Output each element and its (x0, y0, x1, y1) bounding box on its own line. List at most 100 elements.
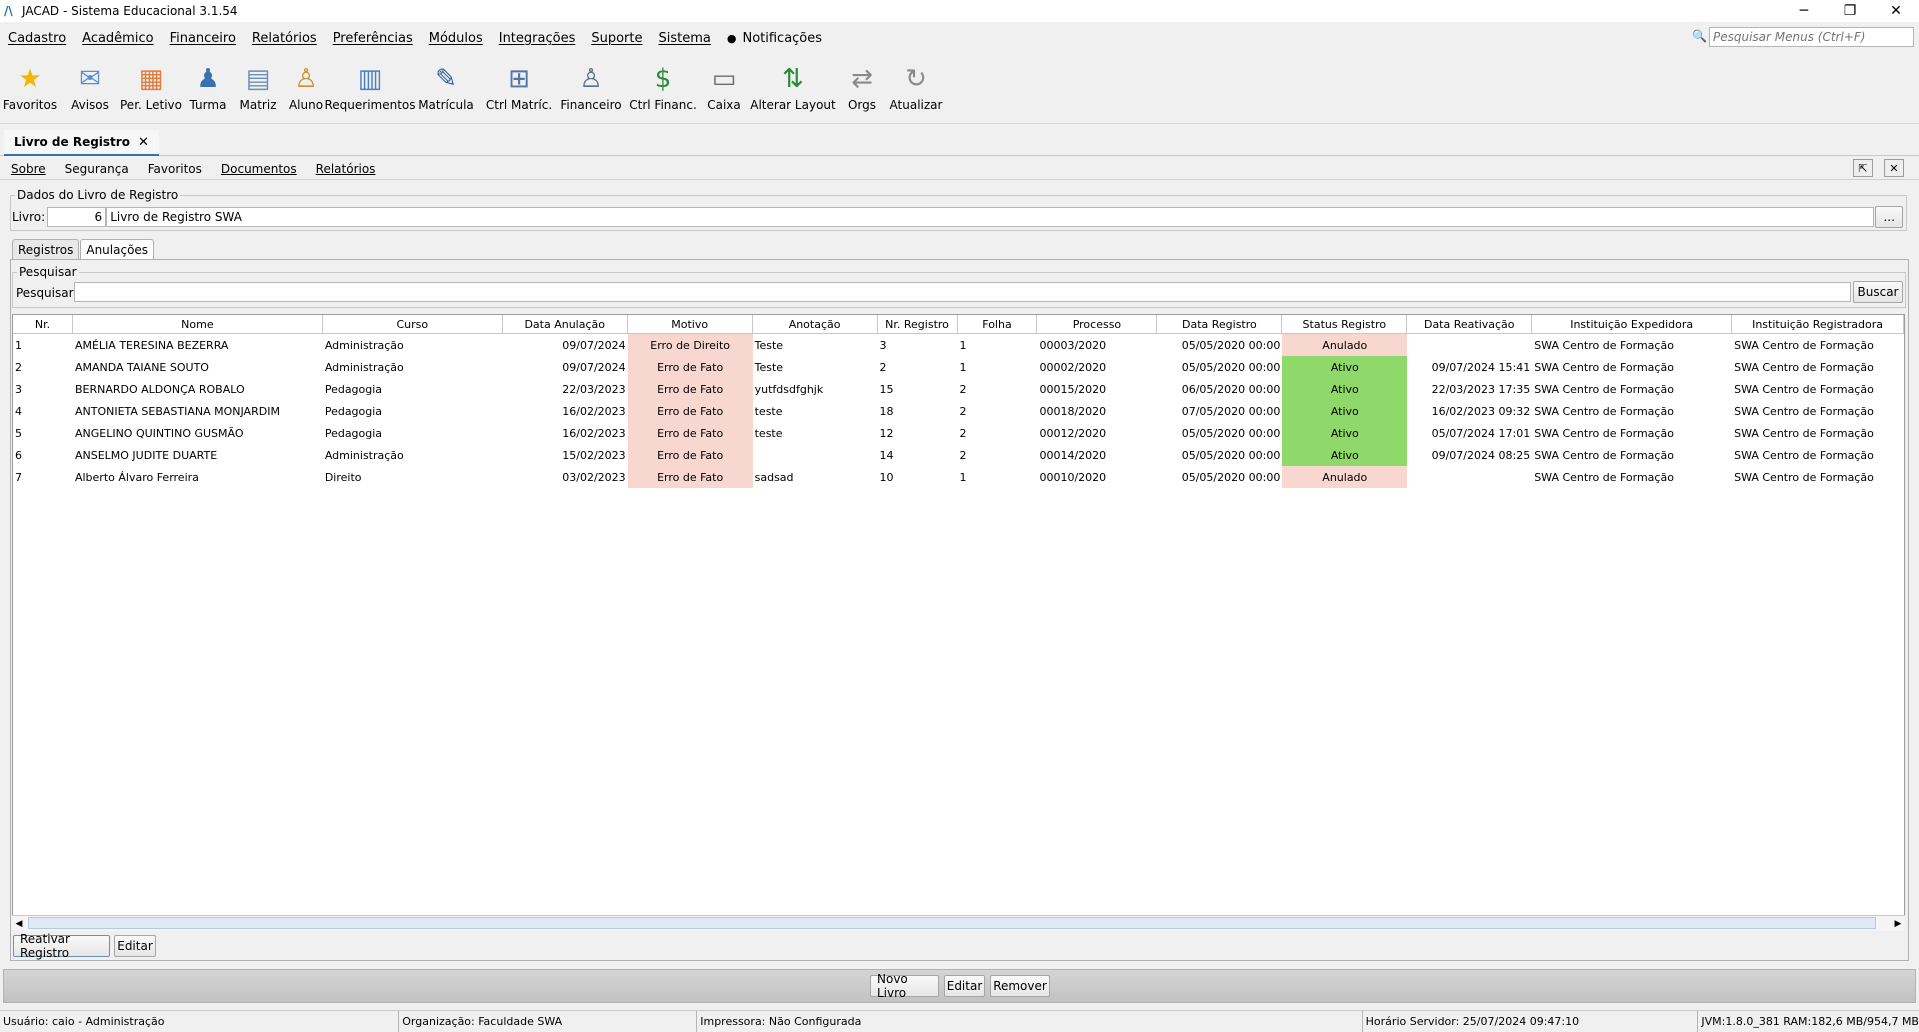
close-screen-icon[interactable]: ✕ (1884, 159, 1904, 177)
toolbar-star-button[interactable]: ★ Favoritos (0, 54, 60, 112)
menu-search-box[interactable]: 🔍 (1692, 27, 1914, 47)
toolbar-enrollment-control-button[interactable]: ⊞ Ctrl Matríc. (482, 54, 556, 112)
table-cell (753, 444, 878, 466)
table-cell: 2 (959, 382, 967, 396)
tab-anulacoes[interactable]: Anulações (80, 239, 155, 260)
table-cell: 05/05/2020 00:00 (1181, 338, 1281, 352)
column-header[interactable]: Data Reativação (1407, 315, 1533, 333)
search-legend: Pesquisar (17, 265, 79, 279)
livro-lookup-button[interactable]: ... (1875, 206, 1904, 228)
toolbar-arrows-button[interactable]: ⇄ Orgs (838, 54, 886, 112)
student-icon: ♙ (294, 64, 318, 94)
table-cell: 00002/2020 (1039, 360, 1107, 374)
scroll-left-icon[interactable]: ◀ (12, 916, 26, 931)
search-input[interactable] (74, 282, 1851, 302)
toolbar-envelope-button[interactable]: ✉ Avisos (60, 54, 120, 112)
livro-code-field[interactable]: 6 (47, 207, 107, 227)
table-cell: Ativo (1282, 378, 1408, 400)
menu-financeiro[interactable]: Financeiro (162, 31, 244, 46)
close-tab-icon[interactable]: ✕ (138, 135, 149, 150)
table-cell: 06/05/2020 00:00 (1181, 382, 1281, 396)
column-header[interactable]: Data Anulação (503, 315, 628, 333)
table-row[interactable]: 2 AMANDA TAIANE SOUTO Administração 09/07/2… (13, 356, 1904, 378)
scroll-right-icon[interactable]: ▶ (1891, 916, 1905, 931)
toolbar-finance-button[interactable]: ♙ Financeiro (556, 54, 626, 112)
toolbar-refresh-button[interactable]: ↻ Atualizar (886, 54, 946, 112)
column-header[interactable]: Nr. Registro (878, 315, 958, 333)
toolbar-swap-layout-button[interactable]: ⇅ Alterar Layout (748, 54, 838, 112)
toolbar-request-button[interactable]: ▥ Requerimentos (324, 54, 415, 112)
reativar-registro-button[interactable]: Reativar Registro (13, 932, 110, 960)
table-cell: Administração (324, 338, 404, 352)
table-cell: Anulado (1282, 334, 1408, 356)
menu-preferencias[interactable]: Preferências (325, 31, 421, 46)
close-window-button[interactable]: ✕ (1873, 0, 1919, 22)
status-user: Usuário: caio - Administração (0, 1010, 400, 1032)
toolbar-label: Requerimentos (324, 98, 416, 112)
table-row[interactable]: 5 ANGELINO QUINTINO GUSMÃO Pedagogia 16/02/… (13, 422, 1904, 444)
column-header[interactable]: Nr. (13, 315, 73, 333)
minimize-button[interactable]: ─ (1781, 0, 1827, 22)
table-row[interactable]: 7 Alberto Álvaro Ferreira Direito 03/02/202… (13, 466, 1904, 488)
submenu-sobre[interactable]: Sobre (0, 162, 54, 176)
novo-livro-button[interactable]: Novo Livro (870, 972, 939, 1000)
column-header[interactable]: Data Registro (1157, 315, 1283, 333)
column-header[interactable]: Curso (323, 315, 503, 333)
table-cell: 05/07/2024 17:01 (1431, 426, 1531, 440)
column-header[interactable]: Nome (73, 315, 323, 333)
toolbar-enrollment-button[interactable]: ✎ Matrícula (410, 54, 482, 112)
toolbar-label: Ctrl Matríc. (485, 98, 553, 112)
remover-livro-button[interactable]: Remover (990, 975, 1050, 997)
menu-suporte[interactable]: Suporte (583, 31, 650, 46)
table-cell: Erro de Fato (627, 422, 753, 444)
table-cell: AMÉLIA TERESINA BEZERRA (74, 338, 229, 352)
column-header[interactable]: Status Registro (1282, 315, 1408, 333)
toolbar-calendar-button[interactable]: ▦ Per. Letivo (120, 54, 182, 112)
livro-label: Livro: (12, 210, 46, 224)
table-cell: 15/02/2023 (562, 448, 626, 462)
toolbar-student-button[interactable]: ♙ Aluno (282, 54, 330, 112)
menu-notificacoes[interactable]: ● Notificações (719, 31, 830, 46)
table-row[interactable]: 1 AMÉLIA TERESINA BEZERRA Administração 09/… (13, 334, 1904, 356)
tab-livro-de-registro[interactable]: Livro de Registro ✕ (4, 130, 159, 156)
menu-integracoes[interactable]: Integrações (491, 31, 584, 46)
table-row[interactable]: 6 ANSELMO JUDITE DUARTE Administração 15/02… (13, 444, 1904, 466)
editar-livro-button[interactable]: Editar (944, 975, 985, 997)
menu-academico[interactable]: Acadêmico (74, 31, 161, 46)
submenu-relatorios[interactable]: Relatórios (305, 162, 384, 176)
scroll-thumb[interactable] (28, 917, 1876, 929)
column-header[interactable]: Anotação (753, 315, 878, 333)
menu-modulos[interactable]: Módulos (421, 31, 491, 46)
column-header[interactable]: Instituição Expedidora (1532, 315, 1733, 333)
table-cell (1407, 466, 1532, 488)
column-header[interactable]: Processo (1037, 315, 1158, 333)
search-button[interactable]: Buscar (1853, 281, 1903, 303)
horizontal-scrollbar[interactable]: ◀ ▶ (12, 915, 1905, 931)
toolbar-label: Atualizar (889, 98, 943, 112)
toolbar-class-button[interactable]: ♟ Turma (182, 54, 234, 112)
menu-search-input[interactable] (1710, 30, 1913, 44)
toolbar-cash-register-button[interactable]: ▭ Caixa (700, 54, 748, 112)
menu-cadastro[interactable]: Cadastro (0, 31, 74, 46)
table-body: 1 AMÉLIA TERESINA BEZERRA Administração 09/… (13, 334, 1904, 488)
detach-window-icon[interactable]: ⇱ (1853, 159, 1873, 177)
column-header[interactable]: Instituição Registradora (1732, 315, 1904, 333)
submenu-documentos[interactable]: Documentos (210, 162, 305, 176)
column-header[interactable]: Folha (958, 315, 1038, 333)
table-cell: Erro de Fato (627, 378, 753, 400)
tab-registros[interactable]: Registros (12, 239, 80, 260)
livro-name-field[interactable]: Livro de Registro SWA (106, 207, 1875, 227)
toolbar-money-hand-button[interactable]: $ Ctrl Financ. (626, 54, 700, 112)
table-cell: 09/07/2024 (562, 338, 626, 352)
swap-layout-icon: ⇅ (782, 64, 804, 94)
toolbar-matrix-button[interactable]: ▤ Matriz (234, 54, 282, 112)
table-row[interactable]: 3 BERNARDO ALDONÇA ROBALO Pedagogia 22/03/2… (13, 378, 1904, 400)
submenu-seguranca[interactable]: Segurança (54, 162, 137, 176)
submenu-favoritos[interactable]: Favoritos (137, 162, 210, 176)
table-row[interactable]: 4 ANTONIETA SEBASTIANA MONJARDIM Pedagogia… (13, 400, 1904, 422)
menu-relatorios[interactable]: Relatórios (244, 31, 325, 46)
restore-button[interactable]: ❐ (1827, 0, 1873, 22)
menu-sistema[interactable]: Sistema (650, 31, 718, 46)
editar-anulacao-button[interactable]: Editar (114, 935, 156, 957)
column-header[interactable]: Motivo (628, 315, 753, 333)
